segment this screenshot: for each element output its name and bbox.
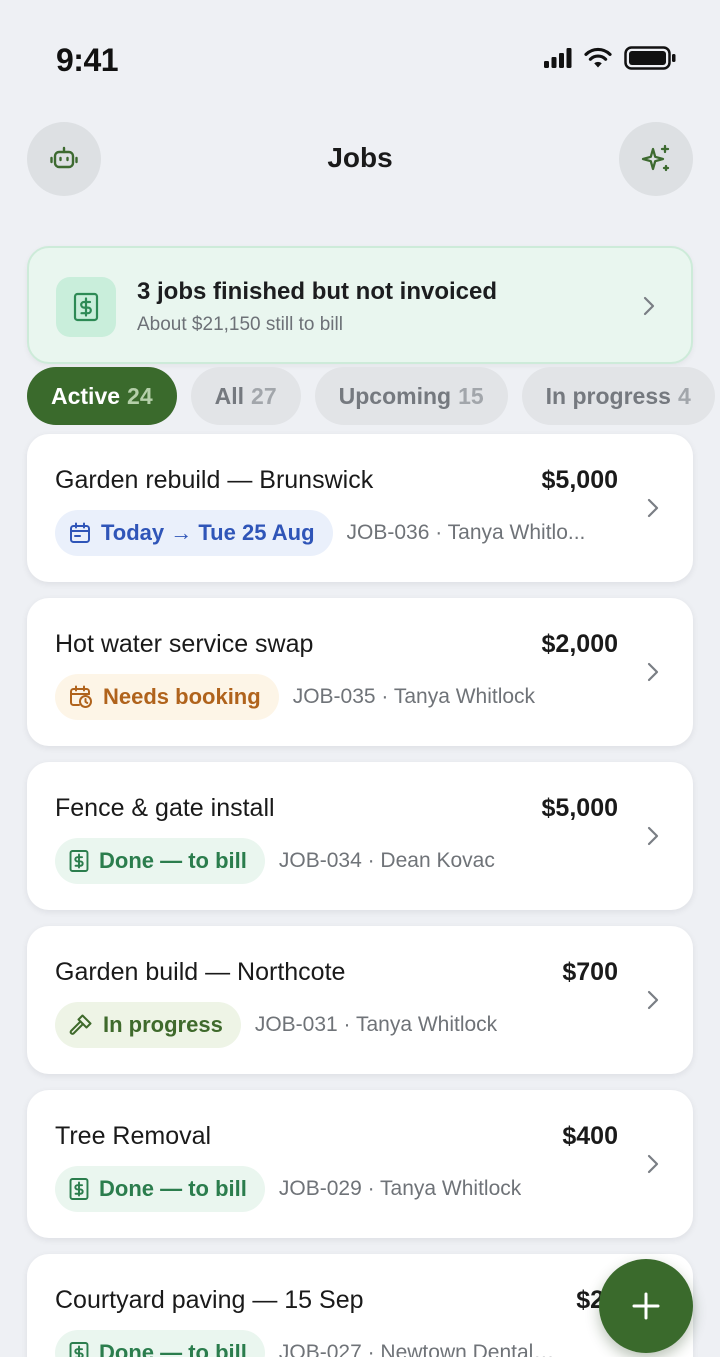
status-time: 9:41 <box>56 42 119 78</box>
job-reference: JOB-034 · Dean Kovac <box>278 849 495 872</box>
job-card[interactable]: Fence & gate install $5,000 Done — to bi… <box>27 762 693 910</box>
filter-chip-in-progress[interactable]: In progress 4 <box>521 367 715 425</box>
job-card[interactable]: Garden rebuild — Brunswick $5,000 Today … <box>27 434 693 582</box>
header: Jobs <box>0 120 720 200</box>
filter-chip-count: 24 <box>127 382 153 409</box>
status-label: Needs booking <box>103 684 261 709</box>
job-title: Courtyard paving — 15 Sep <box>55 1286 364 1314</box>
banner-subtitle: About $21,150 still to bill <box>137 314 343 335</box>
filter-chip-label: All <box>214 382 245 409</box>
chevron-right-icon <box>647 1154 659 1174</box>
status-label: Today → Tue 25 Aug <box>101 520 315 545</box>
wifi-icon <box>584 47 612 68</box>
chevron-right-icon <box>647 826 659 846</box>
job-title: Garden build — Northcote <box>55 958 346 986</box>
invoice-dollar-icon <box>69 1342 89 1357</box>
add-job-button[interactable] <box>599 1259 693 1353</box>
ai-sparkle-button[interactable] <box>619 122 693 196</box>
job-amount: $5,000 <box>541 466 618 494</box>
job-title: Fence & gate install <box>55 794 275 822</box>
status-badge: In progress <box>55 1002 241 1048</box>
chevron-right-icon <box>647 990 659 1010</box>
hammer-icon <box>69 1014 92 1035</box>
job-card[interactable]: Tree Removal $400 Done — to bill JOB-029… <box>27 1090 693 1238</box>
status-badge: Today → Tue 25 Aug <box>55 510 333 556</box>
banner-title: 3 jobs finished but not invoiced <box>137 278 498 305</box>
invoice-dollar-icon <box>73 292 99 322</box>
status-bar: 9:41 <box>0 0 720 120</box>
job-card[interactable]: Hot water service swap $2,000 Needs book… <box>27 598 693 746</box>
job-reference: JOB-035 · Tanya Whitlock <box>292 685 536 708</box>
chevron-right-icon <box>647 662 659 682</box>
status-label: Done — to bill <box>99 848 247 873</box>
job-title: Garden rebuild — Brunswick <box>55 466 374 494</box>
job-meta: Today → Tue 25 Aug JOB-036 · Tanya Whitl… <box>55 510 585 556</box>
calendar-clock-icon <box>70 685 92 708</box>
job-title: Tree Removal <box>55 1122 212 1150</box>
job-reference: JOB-027 · Newtown Dental St... <box>278 1341 559 1357</box>
filter-chip-upcoming[interactable]: Upcoming 15 <box>314 367 508 425</box>
status-badge: Done — to bill <box>55 838 265 884</box>
job-reference: JOB-036 · Tanya Whitlo... <box>346 521 586 544</box>
chevron-right-icon <box>647 498 659 518</box>
job-meta: Needs booking JOB-035 · Tanya Whitlock <box>55 674 535 720</box>
filter-chip-active[interactable]: Active 24 <box>27 367 177 425</box>
job-title: Hot water service swap <box>55 630 314 658</box>
status-label: Done — to bill <box>99 1340 247 1357</box>
job-reference: JOB-029 · Tanya Whitlock <box>278 1177 522 1200</box>
job-amount: $400 <box>562 1122 618 1150</box>
status-badge: Done — to bill <box>55 1166 265 1212</box>
chevron-right-icon <box>643 296 655 316</box>
job-card[interactable]: Garden build — Northcote $700 In progres… <box>27 926 693 1074</box>
job-reference: JOB-031 · Tanya Whitlock <box>254 1013 498 1036</box>
status-badge: Needs booking <box>55 674 279 720</box>
status-label: Done — to bill <box>99 1176 247 1201</box>
job-meta: Done — to bill JOB-029 · Tanya Whitlock <box>55 1166 521 1212</box>
status-icons <box>544 46 676 70</box>
filter-tabs: Active 24 All 27 Upcoming 15 In progress 4 <box>27 367 715 427</box>
filter-chip-count: 4 <box>677 382 691 409</box>
invoice-dollar-icon <box>69 1178 89 1200</box>
job-meta: Done — to bill JOB-034 · Dean Kovac <box>55 838 495 884</box>
battery-icon <box>624 46 676 70</box>
status-label: In progress <box>103 1012 223 1037</box>
signal-icon <box>544 48 572 68</box>
plus-icon <box>632 1292 660 1320</box>
filter-chip-count: 27 <box>251 382 277 409</box>
page-title: Jobs <box>327 142 393 173</box>
job-amount: $700 <box>562 958 618 986</box>
job-card[interactable]: Courtyard paving — 15 Sep $20 Done — to … <box>27 1254 693 1357</box>
job-meta: In progress JOB-031 · Tanya Whitlock <box>55 1002 497 1048</box>
filter-chip-count: 15 <box>458 382 484 409</box>
invoice-dollar-icon <box>69 850 89 872</box>
job-meta: Done — to bill JOB-027 · Newtown Dental … <box>55 1330 559 1357</box>
filter-chip-label: In progress <box>545 382 671 409</box>
filter-chip-all[interactable]: All 27 <box>190 367 301 425</box>
status-badge: Done — to bill <box>55 1330 265 1357</box>
filter-chip-label: Upcoming <box>338 382 452 409</box>
job-amount: $5,000 <box>541 794 618 822</box>
uninvoiced-banner[interactable]: 3 jobs finished but not invoiced About $… <box>27 246 693 364</box>
filter-chip-label: Active <box>51 382 121 409</box>
calendar-icon <box>70 522 90 543</box>
sparkle-icon <box>641 144 670 172</box>
job-amount: $2,000 <box>541 630 618 658</box>
banner-icon-tile <box>56 277 116 337</box>
